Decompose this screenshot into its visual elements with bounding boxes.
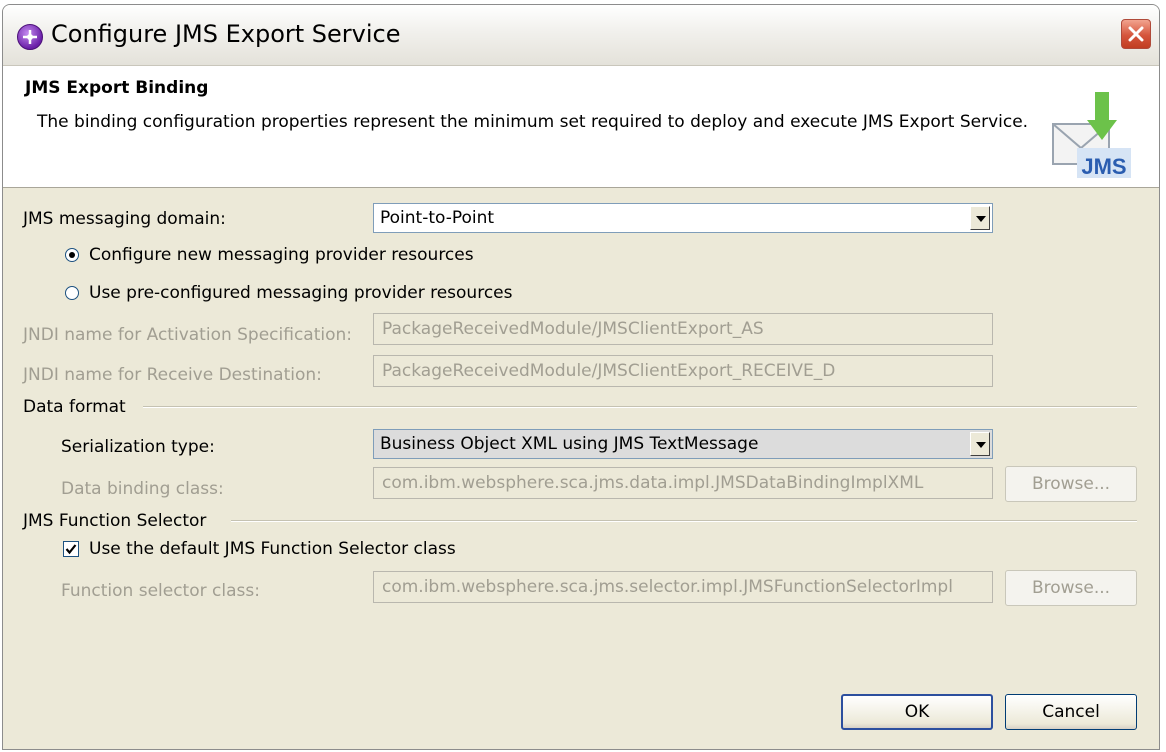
- jms-envelope-icon: JMS: [1052, 92, 1131, 178]
- radio-configure-new[interactable]: [65, 248, 79, 262]
- function-selector-class-label: Function selector class:: [61, 581, 260, 601]
- app-icon: [17, 24, 43, 50]
- radio-use-preconfigured[interactable]: [65, 286, 79, 300]
- banner-description: The binding configuration properties rep…: [37, 112, 1029, 132]
- cancel-button[interactable]: Cancel: [1005, 694, 1137, 730]
- chevron-down-icon[interactable]: [970, 206, 990, 230]
- banner-title: JMS Export Binding: [25, 78, 209, 98]
- jms-icon-text: JMS: [1081, 154, 1126, 178]
- dialog-window: Configure JMS Export Service JMS Export …: [2, 4, 1160, 750]
- checkmark-icon: [65, 544, 77, 555]
- function-selector-class-value: com.ibm.websphere.sca.jms.selector.impl.…: [382, 577, 953, 597]
- function-selector-group-label: JMS Function Selector: [23, 511, 207, 531]
- close-icon: [1128, 26, 1144, 42]
- use-default-selector-checkbox[interactable]: [63, 541, 79, 557]
- title-bar[interactable]: Configure JMS Export Service: [3, 5, 1159, 66]
- data-format-group-label: Data format: [23, 397, 126, 417]
- radio-use-preconfigured-label[interactable]: Use pre-configured messaging provider re…: [89, 283, 512, 303]
- jndi-activation-value: PackageReceivedModule/JMSClientExport_AS: [382, 319, 764, 339]
- serialization-type-dropdown[interactable]: Business Object XML using JMS TextMessag…: [373, 429, 993, 459]
- messaging-domain-dropdown[interactable]: Point-to-Point: [373, 203, 993, 233]
- use-default-selector-label[interactable]: Use the default JMS Function Selector cl…: [89, 539, 456, 559]
- jndi-receive-label: JNDI name for Receive Destination:: [23, 365, 322, 385]
- data-binding-browse-button[interactable]: Browse...: [1005, 466, 1137, 502]
- data-binding-class-field[interactable]: com.ibm.websphere.sca.jms.data.impl.JMSD…: [373, 467, 993, 499]
- data-binding-class-value: com.ibm.websphere.sca.jms.data.impl.JMSD…: [382, 473, 924, 493]
- serialization-type-label: Serialization type:: [61, 437, 215, 457]
- data-format-divider: [143, 406, 1137, 408]
- jndi-receive-value: PackageReceivedModule/JMSClientExport_RE…: [382, 361, 836, 381]
- radio-configure-new-label[interactable]: Configure new messaging provider resourc…: [89, 245, 474, 265]
- jndi-activation-field[interactable]: PackageReceivedModule/JMSClientExport_AS: [373, 313, 993, 345]
- serialization-type-value: Business Object XML using JMS TextMessag…: [380, 434, 759, 454]
- function-selector-class-field[interactable]: com.ibm.websphere.sca.jms.selector.impl.…: [373, 571, 993, 603]
- close-button[interactable]: [1121, 19, 1151, 49]
- header-banner: JMS Export Binding The binding configura…: [3, 66, 1159, 188]
- messaging-domain-label: JMS messaging domain:: [23, 209, 226, 229]
- function-selector-divider: [231, 520, 1137, 522]
- jndi-activation-label: JNDI name for Activation Specification:: [23, 325, 353, 345]
- chevron-down-icon[interactable]: [970, 432, 990, 456]
- function-selector-browse-button[interactable]: Browse...: [1005, 570, 1137, 606]
- messaging-domain-value: Point-to-Point: [380, 208, 495, 228]
- data-binding-class-label: Data binding class:: [61, 479, 224, 499]
- ok-button[interactable]: OK: [841, 694, 993, 730]
- window-title: Configure JMS Export Service: [51, 20, 401, 48]
- jndi-receive-field[interactable]: PackageReceivedModule/JMSClientExport_RE…: [373, 355, 993, 387]
